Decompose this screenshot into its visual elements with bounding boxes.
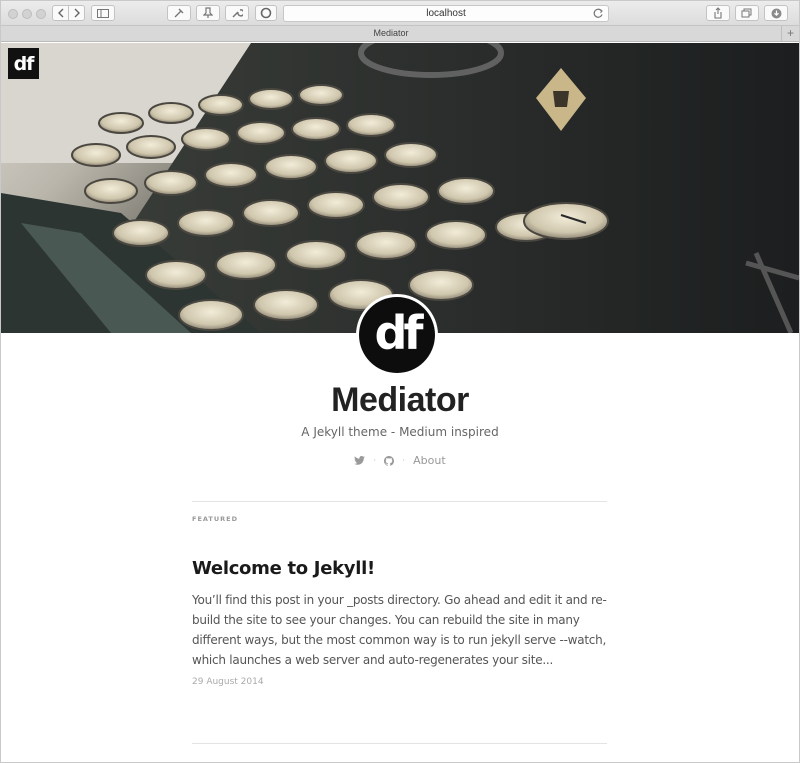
share-icon bbox=[714, 7, 722, 19]
tabs-overview-button[interactable] bbox=[735, 5, 759, 21]
web-page: df df Mediator A Jekyll theme - Medium i… bbox=[1, 43, 799, 762]
o-extension-button[interactable] bbox=[255, 5, 277, 21]
github-icon[interactable] bbox=[384, 455, 395, 466]
post-title[interactable]: Welcome to Jekyll! bbox=[192, 558, 375, 579]
post-date: 29 August 2014 bbox=[192, 677, 264, 687]
social-links: · · About bbox=[1, 454, 799, 467]
sidebar-icon bbox=[97, 8, 109, 18]
avatar: df bbox=[356, 294, 438, 376]
browser-window: localhost Mediator + df df Mediator A Je… bbox=[0, 0, 800, 763]
separator: · bbox=[373, 455, 377, 466]
forward-button[interactable] bbox=[68, 5, 85, 21]
tabs-overview-icon bbox=[741, 8, 752, 18]
url-text: localhost bbox=[426, 8, 466, 19]
pin-button[interactable] bbox=[196, 5, 220, 21]
post-excerpt: You’ll find this post in your _posts dir… bbox=[192, 593, 607, 667]
separator: · bbox=[402, 455, 406, 466]
divider bbox=[192, 501, 607, 502]
new-tab-button[interactable]: + bbox=[781, 26, 799, 41]
download-icon bbox=[771, 8, 781, 18]
chevron-left-icon bbox=[57, 8, 63, 18]
back-button[interactable] bbox=[52, 5, 69, 21]
reload-icon[interactable] bbox=[593, 8, 604, 19]
chevron-right-icon bbox=[74, 8, 80, 18]
featured-label: FEATURED bbox=[192, 515, 238, 523]
zoom-window-button[interactable] bbox=[36, 9, 46, 19]
twitter-icon[interactable] bbox=[354, 456, 366, 465]
site-title[interactable]: Mediator bbox=[1, 381, 799, 420]
extension-icon bbox=[174, 8, 184, 18]
minimize-window-button[interactable] bbox=[22, 9, 32, 19]
share-button[interactable] bbox=[706, 5, 730, 21]
sidebar-button[interactable] bbox=[91, 5, 115, 21]
site-logo[interactable]: df bbox=[8, 48, 39, 79]
hero-image: df bbox=[1, 43, 799, 333]
download-button[interactable] bbox=[764, 5, 788, 21]
typewriter-image bbox=[1, 43, 799, 333]
close-window-button[interactable] bbox=[8, 9, 18, 19]
divider bbox=[192, 743, 607, 744]
site-description: A Jekyll theme - Medium inspired bbox=[301, 425, 499, 439]
o-extension-icon bbox=[260, 7, 272, 19]
wrench-icon bbox=[232, 9, 243, 18]
pin-icon bbox=[203, 7, 213, 18]
browser-toolbar: localhost bbox=[1, 1, 799, 26]
extension-button[interactable] bbox=[167, 5, 191, 21]
tab-mediator[interactable]: Mediator bbox=[1, 26, 781, 41]
address-bar[interactable]: localhost bbox=[283, 5, 609, 22]
avatar-logo: df bbox=[359, 297, 435, 373]
wrench-button[interactable] bbox=[225, 5, 249, 21]
about-link[interactable]: About bbox=[413, 454, 446, 467]
tab-bar: Mediator + bbox=[1, 26, 799, 42]
